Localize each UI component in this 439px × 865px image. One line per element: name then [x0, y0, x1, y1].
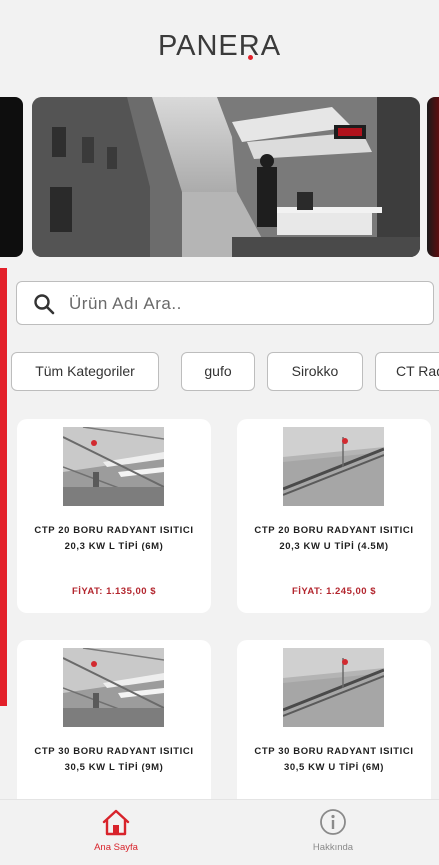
- category-chip-sirokko[interactable]: Sirokko: [267, 352, 363, 391]
- side-accent-strip: [0, 268, 7, 706]
- category-chip-ct-rad[interactable]: CT Rad: [375, 352, 439, 391]
- carousel-prev-slide[interactable]: [0, 97, 23, 257]
- info-icon: [320, 809, 346, 835]
- banner-carousel[interactable]: [0, 97, 439, 257]
- logo-text: PANERA: [157, 30, 282, 62]
- search-input[interactable]: [69, 290, 409, 318]
- banner-slide-image[interactable]: [32, 97, 420, 257]
- home-icon: [102, 809, 130, 836]
- product-image: [63, 427, 164, 506]
- product-name: CTP 20 BORU RADYANT ISITICI 20,3 KW U Tİ…: [254, 525, 414, 552]
- product-name: CTP 20 BORU RADYANT ISITICI 20,3 KW L Tİ…: [34, 525, 194, 552]
- product-price: FİYAT: 1.135,00 $: [71, 586, 157, 597]
- logo-dot: [248, 55, 253, 60]
- product-card[interactable]: CTP 30 BORU RADYANT ISITICI 30,5 KW L Tİ…: [17, 640, 211, 810]
- product-name: CTP 30 BORU RADYANT ISITICI 30,5 KW U Tİ…: [254, 746, 414, 773]
- tab-about-label: Hakkında: [312, 842, 354, 853]
- category-chip-gufo[interactable]: gufo: [181, 352, 255, 391]
- street-cafe-photo: [32, 97, 420, 257]
- product-image: [283, 427, 384, 506]
- product-card[interactable]: CTP 20 BORU RADYANT ISITICI 20,3 KW U Tİ…: [237, 419, 431, 613]
- carousel-next-slide[interactable]: [427, 97, 439, 257]
- brand-logo: PANERA: [0, 30, 439, 63]
- product-price: FİYAT: 1.245,00 $: [291, 586, 377, 597]
- product-card[interactable]: CTP 30 BORU RADYANT ISITICI 30,5 KW U Tİ…: [237, 640, 431, 810]
- bottom-tab-bar: Ana Sayfa Hakkında: [0, 799, 439, 865]
- tab-home-label: Ana Sayfa: [94, 842, 138, 853]
- product-image: [63, 648, 164, 727]
- tab-about[interactable]: Hakkında: [223, 800, 439, 865]
- search-icon: [34, 294, 55, 315]
- search-bar[interactable]: [16, 281, 434, 325]
- product-name: CTP 30 BORU RADYANT ISITICI 30,5 KW L Tİ…: [34, 746, 194, 773]
- product-card[interactable]: CTP 20 BORU RADYANT ISITICI 20,3 KW L Tİ…: [17, 419, 211, 613]
- product-image: [283, 648, 384, 727]
- category-filter-row: Tüm Kategoriler gufo Sirokko CT Rad: [11, 352, 439, 392]
- tab-home[interactable]: Ana Sayfa: [6, 800, 226, 865]
- header: PANERA: [0, 0, 439, 90]
- category-chip-all[interactable]: Tüm Kategoriler: [11, 352, 159, 391]
